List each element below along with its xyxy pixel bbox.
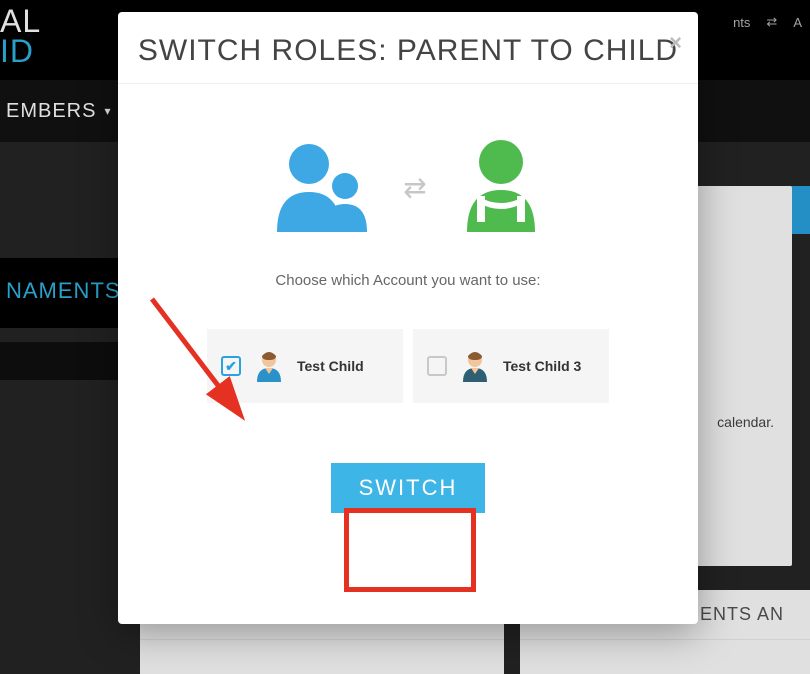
account-option-test-child[interactable]: Test Child [207,329,403,403]
modal-title: SWITCH ROLES: PARENT TO CHILD [118,12,698,68]
avatar-icon [459,350,491,382]
close-icon[interactable]: × [669,30,682,56]
modal-header: SWITCH ROLES: PARENT TO CHILD × [118,12,698,84]
modal-icon-row: ⇄ [118,132,698,242]
modal-body: ⇄ Choose which Account you want to use: [118,132,698,513]
modal-instruction: Choose which Account you want to use: [118,272,698,289]
parent-group-icon [267,132,377,242]
account-options: Test Child Test Child 3 [118,329,698,403]
option-label: Test Child [297,358,364,374]
swap-icon: ⇄ [403,171,426,204]
child-icon [453,132,549,242]
checkbox-checked-icon[interactable] [221,356,241,376]
avatar-icon [253,350,285,382]
option-label: Test Child 3 [503,358,581,374]
checkbox-unchecked-icon[interactable] [427,356,447,376]
account-option-test-child-3[interactable]: Test Child 3 [413,329,609,403]
switch-roles-modal: SWITCH ROLES: PARENT TO CHILD × ⇄ [118,12,698,624]
switch-button[interactable]: SWITCH [331,463,486,513]
